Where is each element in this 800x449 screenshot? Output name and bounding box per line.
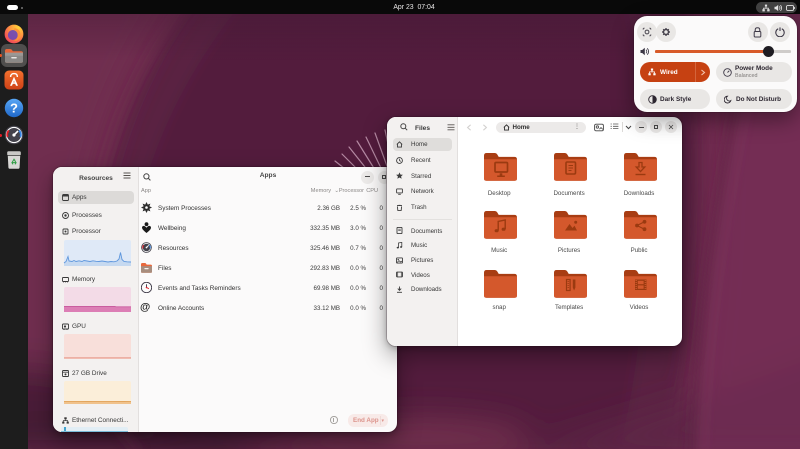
svg-text:?: ? <box>10 101 18 116</box>
